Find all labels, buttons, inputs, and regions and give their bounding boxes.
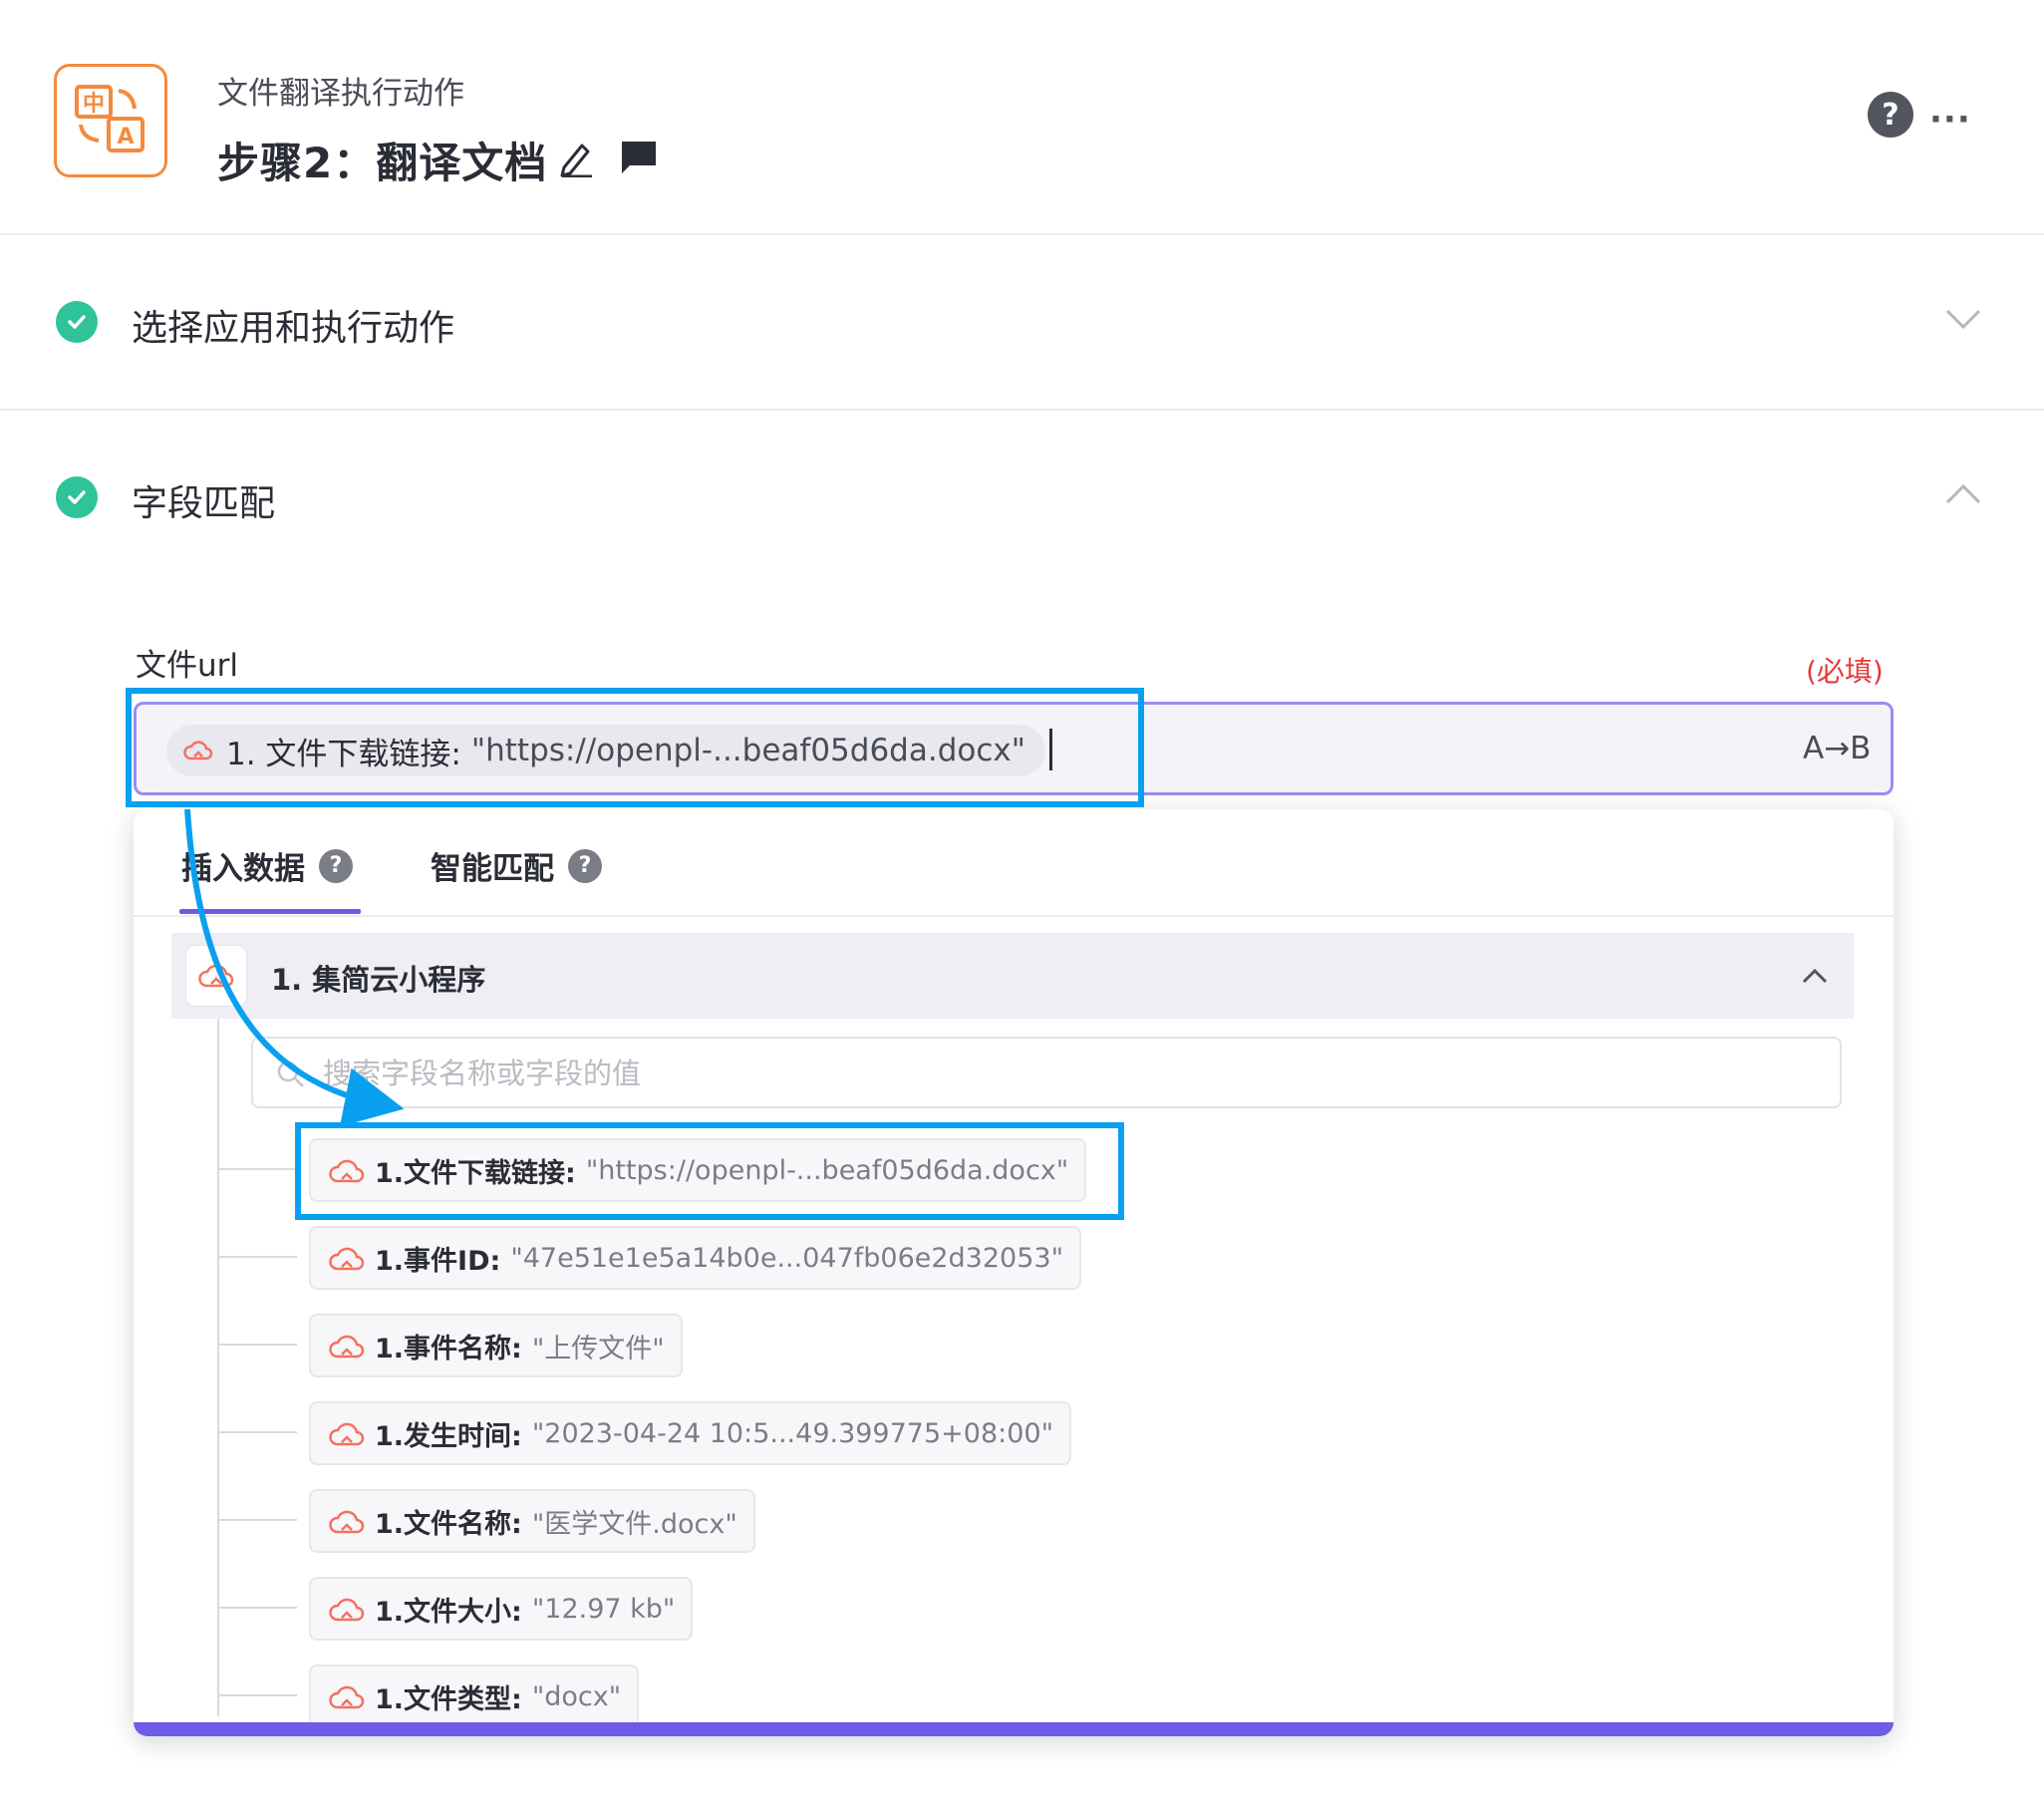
required-marker: (必填): [1806, 655, 1884, 688]
tree-connector: [219, 1519, 297, 1521]
item-value: "docx": [531, 1680, 622, 1712]
list-item[interactable]: 1.事件名称: "上传文件": [309, 1314, 683, 1377]
list-item[interactable]: 1.文件名称: "医学文件.docx": [309, 1489, 755, 1553]
cloud-icon: [327, 1243, 367, 1275]
list-item[interactable]: 1.文件大小: "12.97 kb": [309, 1577, 694, 1641]
svg-text:A: A: [117, 125, 134, 150]
tree-connector: [219, 1431, 297, 1433]
step-header: 中 A 文件翻译执行动作 步骤2：翻译文档 ? ···: [0, 0, 2044, 235]
item-key: 1.发生时间:: [375, 1420, 522, 1452]
source-group-header[interactable]: 1. 集简云小程序: [171, 933, 1854, 1019]
check-circle-icon: [56, 476, 98, 518]
item-value: "医学文件.docx": [531, 1508, 737, 1540]
item-key: 1.文件名称:: [375, 1508, 522, 1540]
chevron-up-icon[interactable]: [1800, 965, 1830, 987]
action-subtitle: 文件翻译执行动作: [217, 76, 464, 112]
item-key: 1.文件类型:: [375, 1683, 522, 1715]
chevron-up-icon[interactable]: [1943, 480, 1983, 508]
cloud-icon: [327, 1418, 367, 1450]
chevron-down-icon[interactable]: [1943, 305, 1983, 333]
field-label: 文件url: [136, 648, 239, 684]
tab-label: 插入数据: [181, 851, 305, 887]
annotation-highlight-input: [126, 688, 1144, 807]
panel-bottom-bar: [134, 1722, 1894, 1736]
item-key: 1.事件名称:: [375, 1333, 522, 1364]
svg-text:中: 中: [83, 92, 105, 117]
tree-connector: [219, 1168, 297, 1170]
transform-mode-button[interactable]: A→B: [1803, 731, 1871, 766]
section-label: 字段匹配: [132, 483, 276, 524]
cloud-icon: [185, 945, 247, 1007]
list-item[interactable]: 1.事件ID: "47e51e1e5a14b0e...047fb06e2d320…: [309, 1226, 1081, 1290]
edit-icon[interactable]: [558, 138, 594, 178]
group-label: 1. 集简云小程序: [271, 963, 486, 997]
tab-insert-data[interactable]: 插入数据 ?: [181, 843, 353, 888]
item-value: "12.97 kb": [531, 1593, 676, 1625]
cloud-icon: [327, 1506, 367, 1538]
section-label: 选择应用和执行动作: [132, 308, 455, 349]
tree-connector: [219, 1694, 297, 1696]
field-search-box[interactable]: [251, 1037, 1842, 1108]
check-circle-icon: [56, 301, 98, 343]
search-icon: [275, 1058, 307, 1090]
help-icon[interactable]: ?: [568, 848, 602, 883]
section-app-and-action[interactable]: 选择应用和执行动作: [0, 235, 2044, 411]
cloud-icon: [327, 1681, 367, 1713]
help-icon[interactable]: ?: [1868, 92, 1913, 138]
tree-connector: [219, 1607, 297, 1609]
comment-icon[interactable]: [620, 140, 658, 175]
step-title: 步骤2：翻译文档: [217, 139, 548, 187]
annotation-highlight-item: [295, 1122, 1124, 1220]
data-picker-panel: 插入数据 ? 智能匹配 ? 1. 集简云小程序 1.文件下载链接: "https…: [134, 809, 1894, 1736]
tab-smart-match[interactable]: 智能匹配 ?: [431, 843, 602, 888]
panel-tabs: 插入数据 ? 智能匹配 ?: [134, 809, 1894, 917]
list-item[interactable]: 1.发生时间: "2023-04-24 10:5...49.399775+08:…: [309, 1401, 1071, 1465]
search-input[interactable]: [323, 1053, 1818, 1094]
tree-connector: [219, 1256, 297, 1258]
translate-icon: 中 A: [54, 64, 167, 177]
tree-connector: [219, 1344, 297, 1346]
tree-line: [217, 1019, 219, 1716]
list-item[interactable]: 1.文件类型: "docx": [309, 1664, 640, 1728]
active-tab-indicator: [179, 909, 361, 914]
cloud-icon: [327, 1331, 367, 1362]
item-key: 1.文件大小:: [375, 1596, 522, 1628]
more-options-icon[interactable]: ···: [1929, 100, 1971, 140]
item-value: "上传文件": [531, 1333, 665, 1364]
tab-label: 智能匹配: [431, 851, 554, 887]
item-key: 1.事件ID:: [375, 1245, 501, 1277]
cloud-icon: [327, 1594, 367, 1626]
item-value: "47e51e1e5a14b0e...047fb06e2d32053": [510, 1242, 1063, 1274]
section-field-mapping[interactable]: 字段匹配: [0, 411, 2044, 590]
help-icon[interactable]: ?: [319, 848, 353, 883]
item-value: "2023-04-24 10:5...49.399775+08:00": [531, 1417, 1053, 1449]
